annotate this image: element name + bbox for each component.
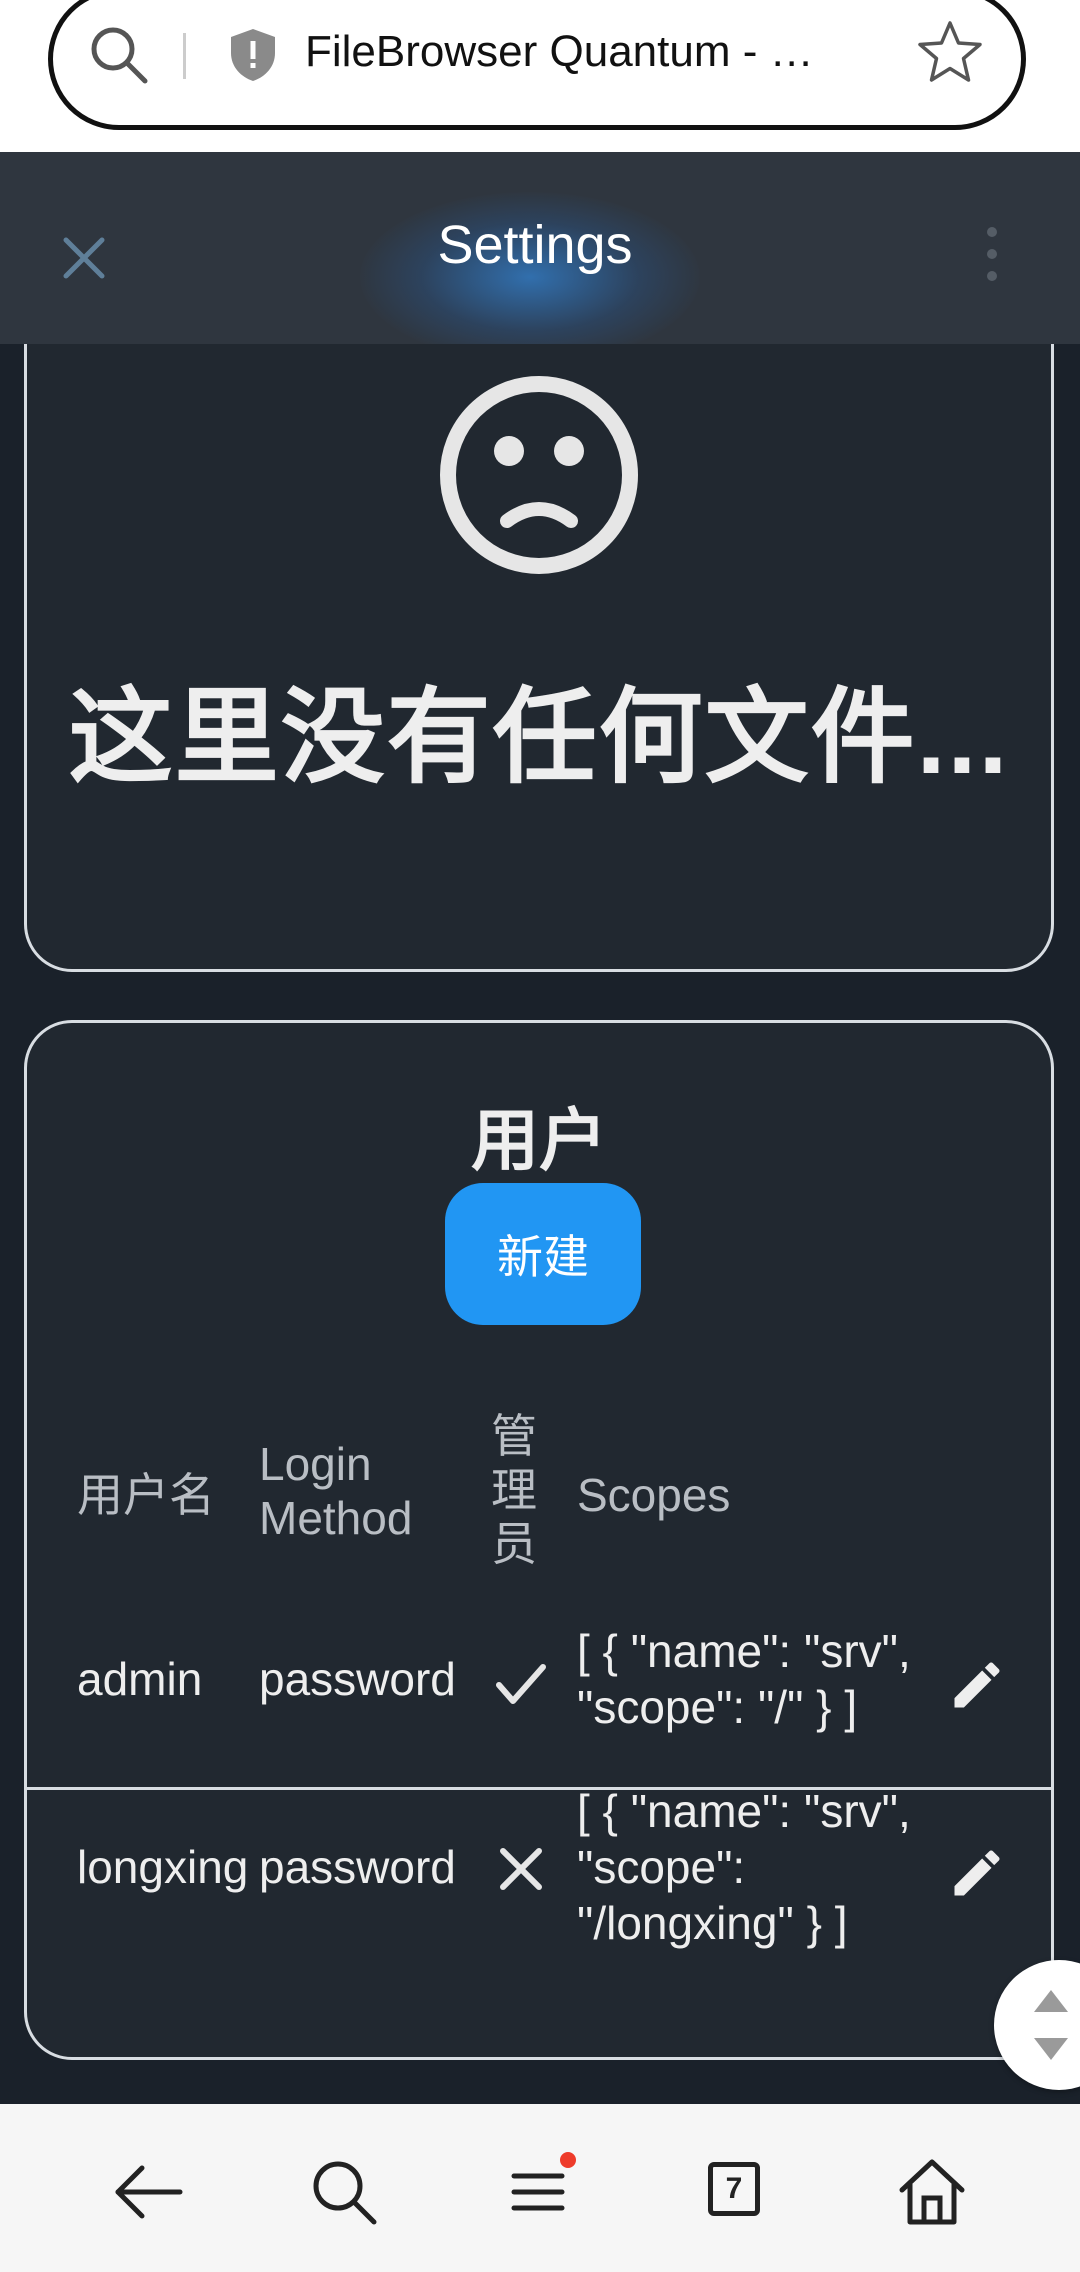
users-title: 用户 xyxy=(470,1103,607,1179)
tab-title[interactable]: FileBrowser Quantum - … xyxy=(305,27,814,77)
column-header-username: 用户名 xyxy=(77,1469,215,1521)
settings-content[interactable]: 这里没有任何文件... 用户 新建 用户名 Login Method 管 理 员… xyxy=(0,344,1080,2104)
column-header-login-method: Login Method xyxy=(259,1438,413,1544)
address-bar[interactable]: FileBrowser Quantum - … xyxy=(48,0,1026,130)
back-arrow-icon[interactable] xyxy=(108,2152,188,2232)
users-card: 用户 新建 用户名 Login Method 管 理 员 Scopes admi… xyxy=(24,1020,1054,2060)
row-admin-username: admin xyxy=(77,1653,203,1705)
row-longxing-scopes: [ { "name": "srv", "scope": "/longxing" … xyxy=(577,1785,911,1949)
row-longxing-login-method: password xyxy=(259,1841,456,1893)
row-admin-scopes: [ { "name": "srv", "scope": "/" } ] xyxy=(577,1625,911,1733)
row-admin-login-method: password xyxy=(259,1653,456,1705)
cross-icon xyxy=(500,1848,542,1890)
search-icon[interactable] xyxy=(87,23,151,87)
tab-count: 7 xyxy=(708,2162,760,2216)
column-header-admin: 管 理 员 xyxy=(491,1410,537,1570)
tabs-button[interactable]: 7 xyxy=(696,2152,776,2232)
home-icon[interactable] xyxy=(892,2152,972,2232)
sad-face-icon xyxy=(440,376,638,574)
new-user-button[interactable]: 新建 xyxy=(445,1183,641,1325)
browser-toolbar: FileBrowser Quantum - … xyxy=(0,0,1080,152)
edit-pencil-icon[interactable] xyxy=(947,1843,1007,1903)
page-title: Settings xyxy=(437,215,633,275)
empty-state-message: 这里没有任何文件... xyxy=(68,680,1010,796)
check-icon xyxy=(496,1664,546,1704)
edit-pencil-icon[interactable] xyxy=(947,1655,1007,1715)
row-longxing-username: longxing xyxy=(77,1841,249,1893)
empty-files-card: 这里没有任何文件... xyxy=(24,344,1054,972)
address-divider xyxy=(183,33,186,79)
browser-bottom-nav: 7 xyxy=(0,2104,1080,2272)
shield-icon[interactable] xyxy=(223,25,283,85)
search-icon[interactable] xyxy=(304,2152,384,2232)
menu-icon[interactable] xyxy=(500,2152,580,2232)
app-header: Settings xyxy=(0,152,1080,344)
column-header-scopes: Scopes xyxy=(577,1469,731,1521)
more-vert-icon[interactable] xyxy=(974,222,1010,286)
star-icon[interactable] xyxy=(915,17,985,87)
scroll-arrows-icon xyxy=(1034,1990,1068,2060)
